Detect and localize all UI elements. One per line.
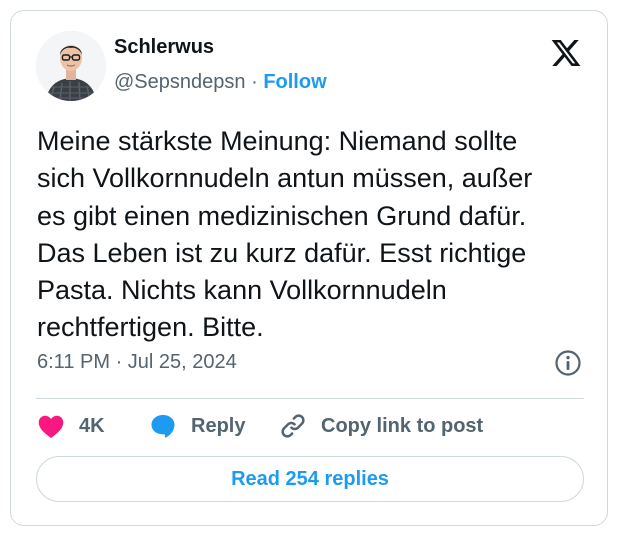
author-name[interactable]: Schlerwus [114, 36, 214, 59]
like-count: 4K [79, 414, 105, 437]
x-logo-icon[interactable] [549, 37, 583, 69]
tweet-text-line: rechtfertigen. Bitte. [37, 312, 264, 343]
author-handle[interactable]: @Sepsndepsn [114, 71, 246, 93]
timestamp-separator: · [115, 351, 123, 373]
tweet-timestamp[interactable]: 6:11 PM · Jul 25, 2024 [37, 351, 237, 374]
tweet-text-line: Das Leben ist zu kurz dafür. Esst richti… [37, 237, 527, 268]
tweet-time: 6:11 PM [37, 351, 110, 373]
heart-icon [37, 413, 65, 439]
reply-button[interactable]: Reply [149, 407, 245, 445]
tweet-text-line: sich Vollkornnudeln antun müssen, außer [37, 163, 533, 194]
author-handle-row: @Sepsndepsn · Follow [114, 71, 327, 94]
info-icon[interactable] [554, 349, 582, 377]
handle-separator: · [251, 71, 258, 93]
tweet-text-line: es gibt einen medizinischen Grund dafür. [37, 200, 527, 231]
tweet-date: Jul 25, 2024 [127, 351, 237, 373]
tweet-card: Schlerwus @Sepsndepsn · Follow Meine stä… [10, 10, 608, 526]
avatar-image [36, 31, 106, 101]
follow-button[interactable]: Follow [263, 71, 326, 93]
tweet-text-line: Pasta. Nichts kann Vollkornnudeln [37, 275, 447, 306]
like-button[interactable]: 4K [37, 407, 105, 445]
copy-link-label: Copy link to post [321, 414, 484, 437]
tweet-text: Meine stärkste Meinung: Niemand sollte s… [37, 123, 597, 347]
copy-link-button[interactable]: Copy link to post [279, 407, 483, 445]
speech-bubble-icon [149, 412, 177, 440]
tweet-text-line: Meine stärkste Meinung: Niemand sollte [37, 126, 518, 156]
avatar[interactable] [36, 31, 106, 101]
reply-label: Reply [191, 414, 246, 437]
link-icon [279, 412, 307, 440]
divider [36, 398, 584, 399]
read-replies-button[interactable]: Read 254 replies [36, 456, 584, 502]
